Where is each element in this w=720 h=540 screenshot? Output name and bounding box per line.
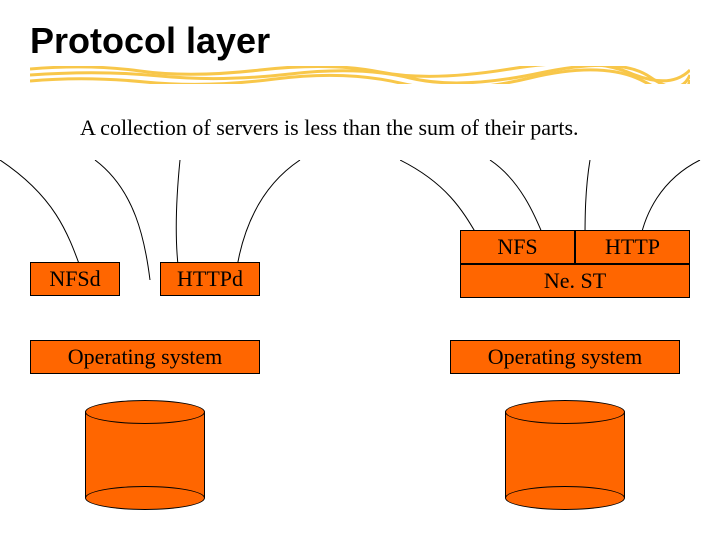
- right-cylinder: [505, 400, 625, 510]
- right-curves: [400, 160, 720, 240]
- slide-title: Protocol layer: [30, 20, 270, 62]
- box-httpd: HTTPd: [160, 262, 260, 296]
- box-nfs: NFS: [460, 230, 575, 264]
- left-cylinder: [85, 400, 205, 510]
- box-nfsd: NFSd: [30, 262, 120, 296]
- box-nest: Ne. ST: [460, 264, 690, 298]
- box-right-os: Operating system: [450, 340, 680, 374]
- slide-subtitle: A collection of servers is less than the…: [80, 115, 579, 141]
- title-underline: [30, 66, 690, 84]
- box-left-os: Operating system: [30, 340, 260, 374]
- box-http: HTTP: [575, 230, 690, 264]
